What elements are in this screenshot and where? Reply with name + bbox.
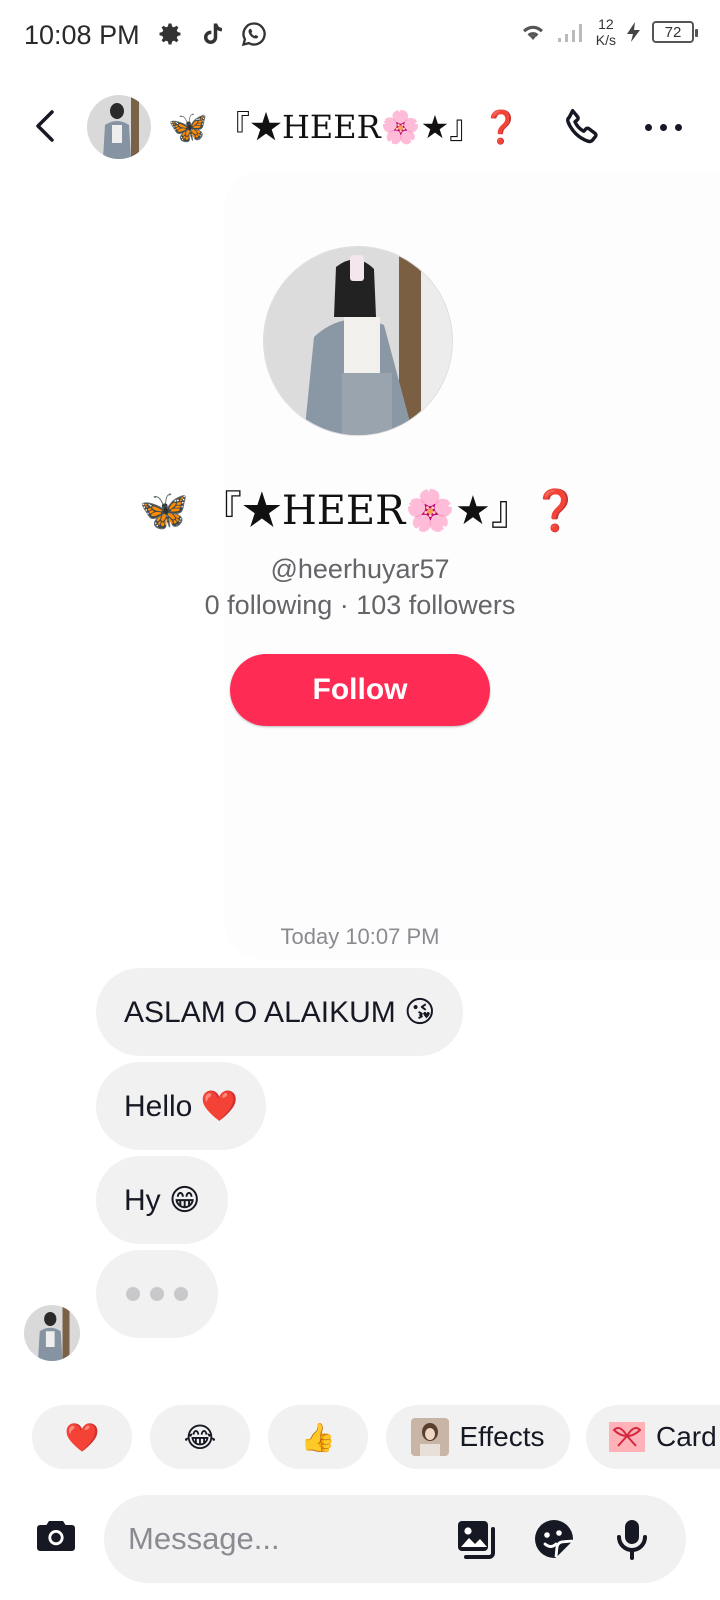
sticker-button[interactable] bbox=[530, 1515, 578, 1563]
message-bubble[interactable]: ASLAM O ALAIKUM 😘 bbox=[96, 968, 464, 1056]
status-system-icons: 12 K/s 72 bbox=[518, 16, 698, 48]
profile-avatar[interactable] bbox=[263, 246, 453, 436]
dot-icon bbox=[674, 123, 682, 131]
phone-icon bbox=[566, 108, 598, 144]
voice-button[interactable] bbox=[608, 1515, 656, 1563]
card-label: Card bbox=[656, 1421, 717, 1452]
speed-value: 12 bbox=[598, 16, 614, 32]
header-avatar[interactable] bbox=[87, 95, 151, 159]
image-icon bbox=[458, 1521, 495, 1559]
effects-thumbnail bbox=[411, 1418, 450, 1456]
camera-icon bbox=[37, 1521, 75, 1551]
sender-avatar[interactable] bbox=[24, 1305, 80, 1361]
status-bar: 10:08 PM 12 K/s 72 bbox=[0, 0, 720, 72]
chat-header: 🦋 『★HEER🌸★』❓ bbox=[0, 88, 720, 168]
profile-handle: @heerhuyar57 bbox=[270, 554, 450, 584]
whatsapp-icon bbox=[241, 22, 266, 47]
battery-indicator: 72 bbox=[652, 21, 698, 43]
microphone-icon bbox=[617, 1520, 647, 1560]
quick-reply-bar: ❤️ 😂 👍 Effects Card bbox=[0, 1405, 720, 1469]
camera-button[interactable] bbox=[32, 1512, 80, 1560]
network-speed: 12 K/s bbox=[596, 16, 616, 48]
tiktok-icon bbox=[203, 23, 222, 44]
effects-label: Effects bbox=[459, 1421, 545, 1452]
dot-icon bbox=[150, 1287, 164, 1301]
avatar-photo bbox=[87, 95, 151, 159]
dot-icon bbox=[659, 123, 667, 131]
profile-stats: 0 following · 103 followers bbox=[204, 590, 516, 620]
follow-button[interactable]: Follow bbox=[230, 654, 490, 726]
message-input[interactable] bbox=[128, 1495, 428, 1583]
more-options-button[interactable] bbox=[640, 112, 686, 142]
message-bubble[interactable]: Hy 😁 bbox=[96, 1156, 229, 1244]
message-timestamp: Today 10:07 PM bbox=[280, 924, 440, 949]
message-composer bbox=[104, 1495, 686, 1583]
quick-reaction-thumbs-up[interactable]: 👍 bbox=[268, 1405, 368, 1469]
back-button[interactable] bbox=[26, 106, 66, 146]
header-username[interactable]: 🦋 『★HEER🌸★』❓ bbox=[168, 102, 521, 148]
dot-icon bbox=[174, 1287, 188, 1301]
quick-reaction-laugh[interactable]: 😂 bbox=[150, 1405, 250, 1469]
profile-display-name: 🦋 『★HEER🌸★』❓ bbox=[139, 488, 581, 534]
wifi-icon bbox=[522, 25, 543, 40]
chevron-left-icon bbox=[36, 110, 54, 142]
profile-photo bbox=[264, 247, 452, 435]
call-button[interactable] bbox=[560, 104, 606, 150]
status-notification-icons bbox=[156, 20, 268, 48]
status-time: 10:08 PM bbox=[24, 20, 140, 50]
dot-icon bbox=[126, 1287, 140, 1301]
quick-reaction-heart[interactable]: ❤️ bbox=[32, 1405, 132, 1469]
gear-icon bbox=[159, 23, 181, 45]
typing-dots bbox=[126, 1287, 188, 1301]
message-bubble[interactable]: Hello ❤️ bbox=[96, 1062, 267, 1150]
gift-icon bbox=[608, 1418, 646, 1456]
charging-icon bbox=[627, 22, 640, 42]
speed-unit: K/s bbox=[595, 32, 616, 48]
card-button[interactable]: Card bbox=[586, 1405, 720, 1469]
signal-icon bbox=[557, 24, 582, 42]
effects-button[interactable]: Effects bbox=[386, 1405, 570, 1469]
sticker-icon bbox=[535, 1520, 573, 1558]
gallery-button[interactable] bbox=[452, 1515, 500, 1563]
dot-icon bbox=[644, 123, 652, 131]
typing-indicator bbox=[96, 1250, 218, 1338]
avatar-photo bbox=[24, 1305, 80, 1361]
